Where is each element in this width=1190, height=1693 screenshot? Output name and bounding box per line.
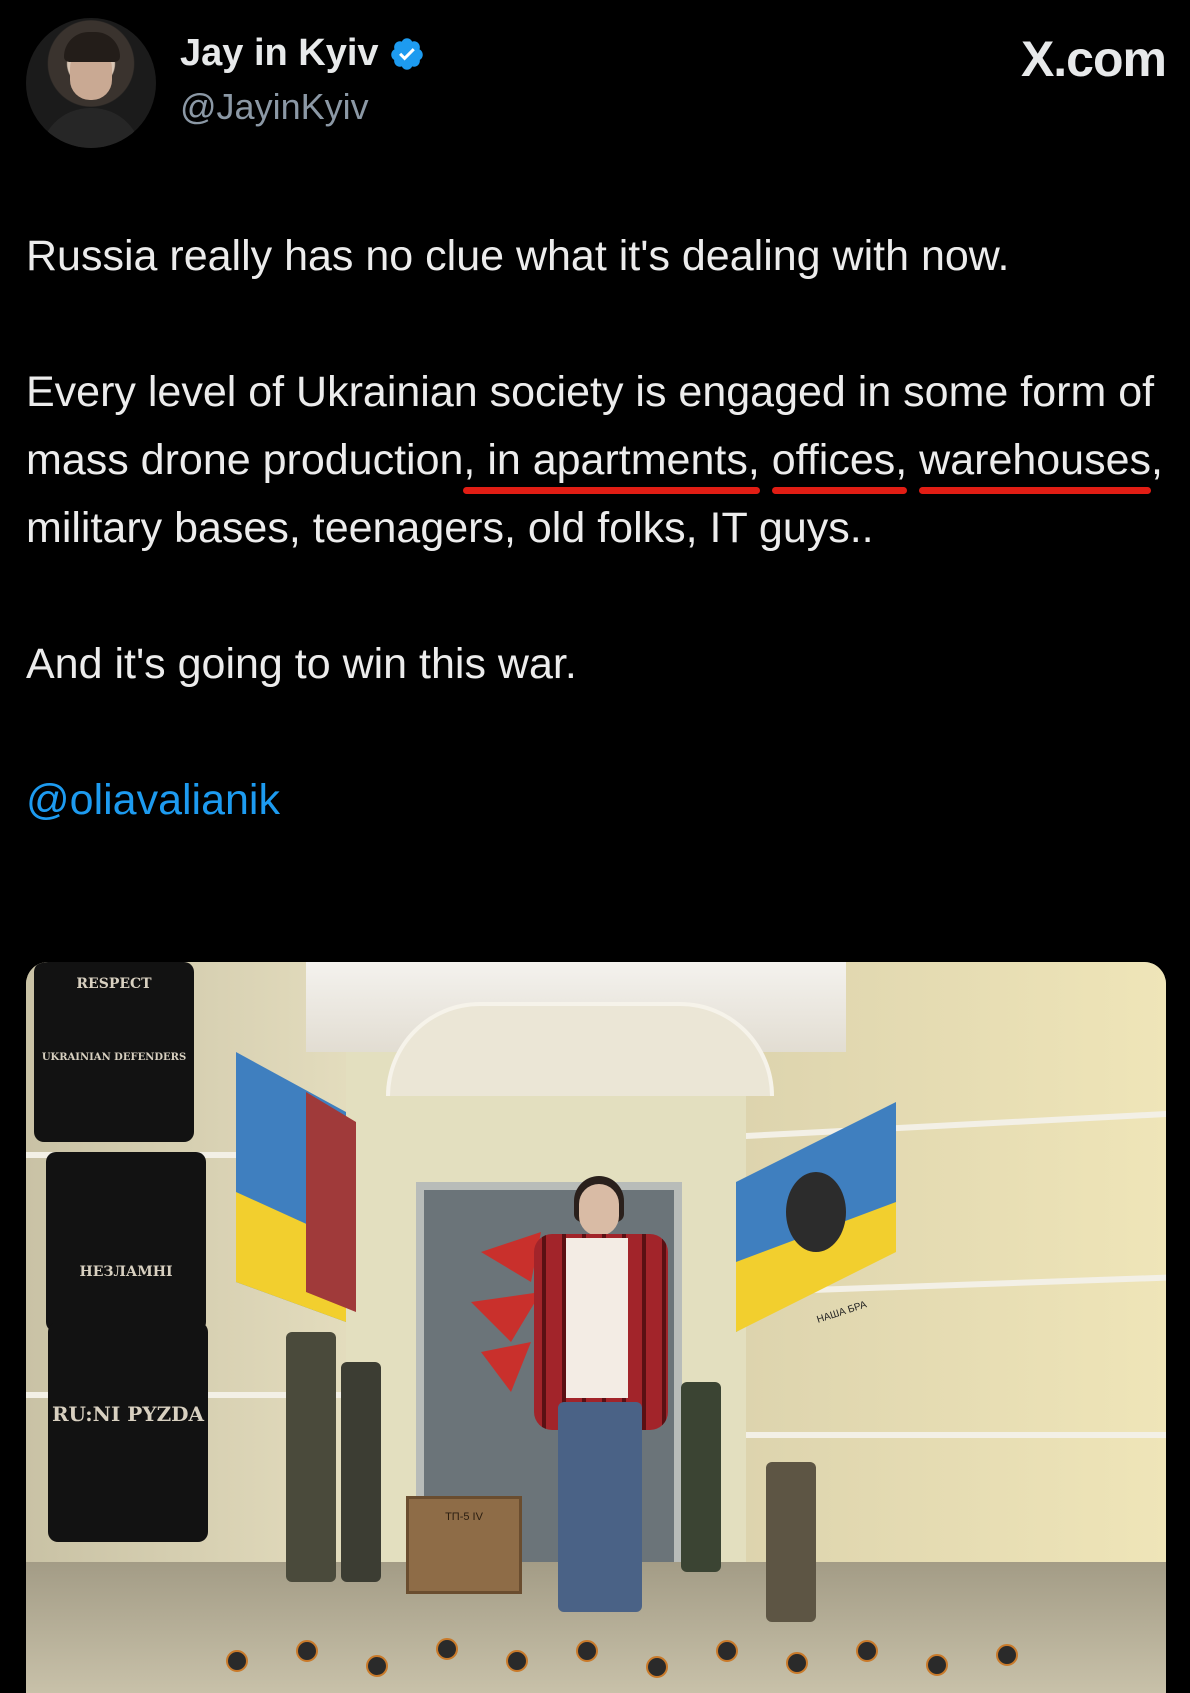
tweet-paragraph-2: Every level of Ukrainian society is enga… [26, 358, 1176, 562]
tweet-paragraph-1: Russia really has no clue what it's deal… [26, 232, 1010, 280]
x-brand-label: X.com [1020, 31, 1167, 87]
underlined-apartments: , in apartments, [463, 436, 760, 484]
tshirt-text-4: RU:NI PYZDA [51, 1402, 205, 1426]
underlined-warehouses: warehouses [919, 436, 1152, 484]
author-name-row[interactable]: Jay in Kyiv [180, 32, 425, 75]
photo-arch [386, 1002, 774, 1096]
military-case-1 [286, 1332, 336, 1582]
tshirt-text-1: RESPECT [76, 976, 152, 992]
tshirt-respect: RESPECT UKRAINIAN DEFENDERS [34, 962, 194, 1142]
tweet-paragraph-3: And it's going to win this war. [26, 640, 577, 688]
military-case-4 [766, 1462, 816, 1622]
military-case-3 [681, 1382, 721, 1572]
tshirt-text-2: UKRAINIAN DEFENDERS [41, 1052, 187, 1063]
drone-rows [206, 1610, 1066, 1693]
tweet-header: Jay in Kyiv @JayinKyiv X.com [26, 18, 1167, 148]
verified-badge-icon [390, 37, 423, 70]
crate-label: ТП-5 IV [445, 1511, 483, 1523]
author-avatar[interactable] [26, 18, 156, 148]
tshirt-text-3: НЕЗЛАМНІ [79, 1264, 173, 1280]
tweet-space [907, 436, 919, 484]
person-head [579, 1184, 619, 1236]
person-jeans [558, 1402, 642, 1612]
ukraine-flag-left [236, 1052, 356, 1322]
ukraine-flag-right [736, 1102, 896, 1332]
tshirt-runi: RU:NI PYZDA [48, 1322, 208, 1542]
wooden-crate: ТП-5 IV [406, 1496, 522, 1594]
tshirt-nezlamni: НЕЗЛАМНІ [46, 1152, 206, 1332]
person-tshirt [566, 1238, 628, 1398]
military-case-2 [341, 1362, 381, 1582]
mention-link[interactable]: @oliavalianik [26, 776, 280, 824]
author-handle[interactable]: @JayinKyiv [180, 86, 369, 128]
author-display-name[interactable]: Jay in Kyiv [180, 32, 379, 75]
tweet-text: Russia really has no clue what it's deal… [26, 222, 1176, 834]
tweet-photo[interactable]: RESPECT UKRAINIAN DEFENDERS НЕЗЛАМНІ RU:… [26, 962, 1166, 1693]
underlined-offices: offices, [771, 436, 908, 484]
